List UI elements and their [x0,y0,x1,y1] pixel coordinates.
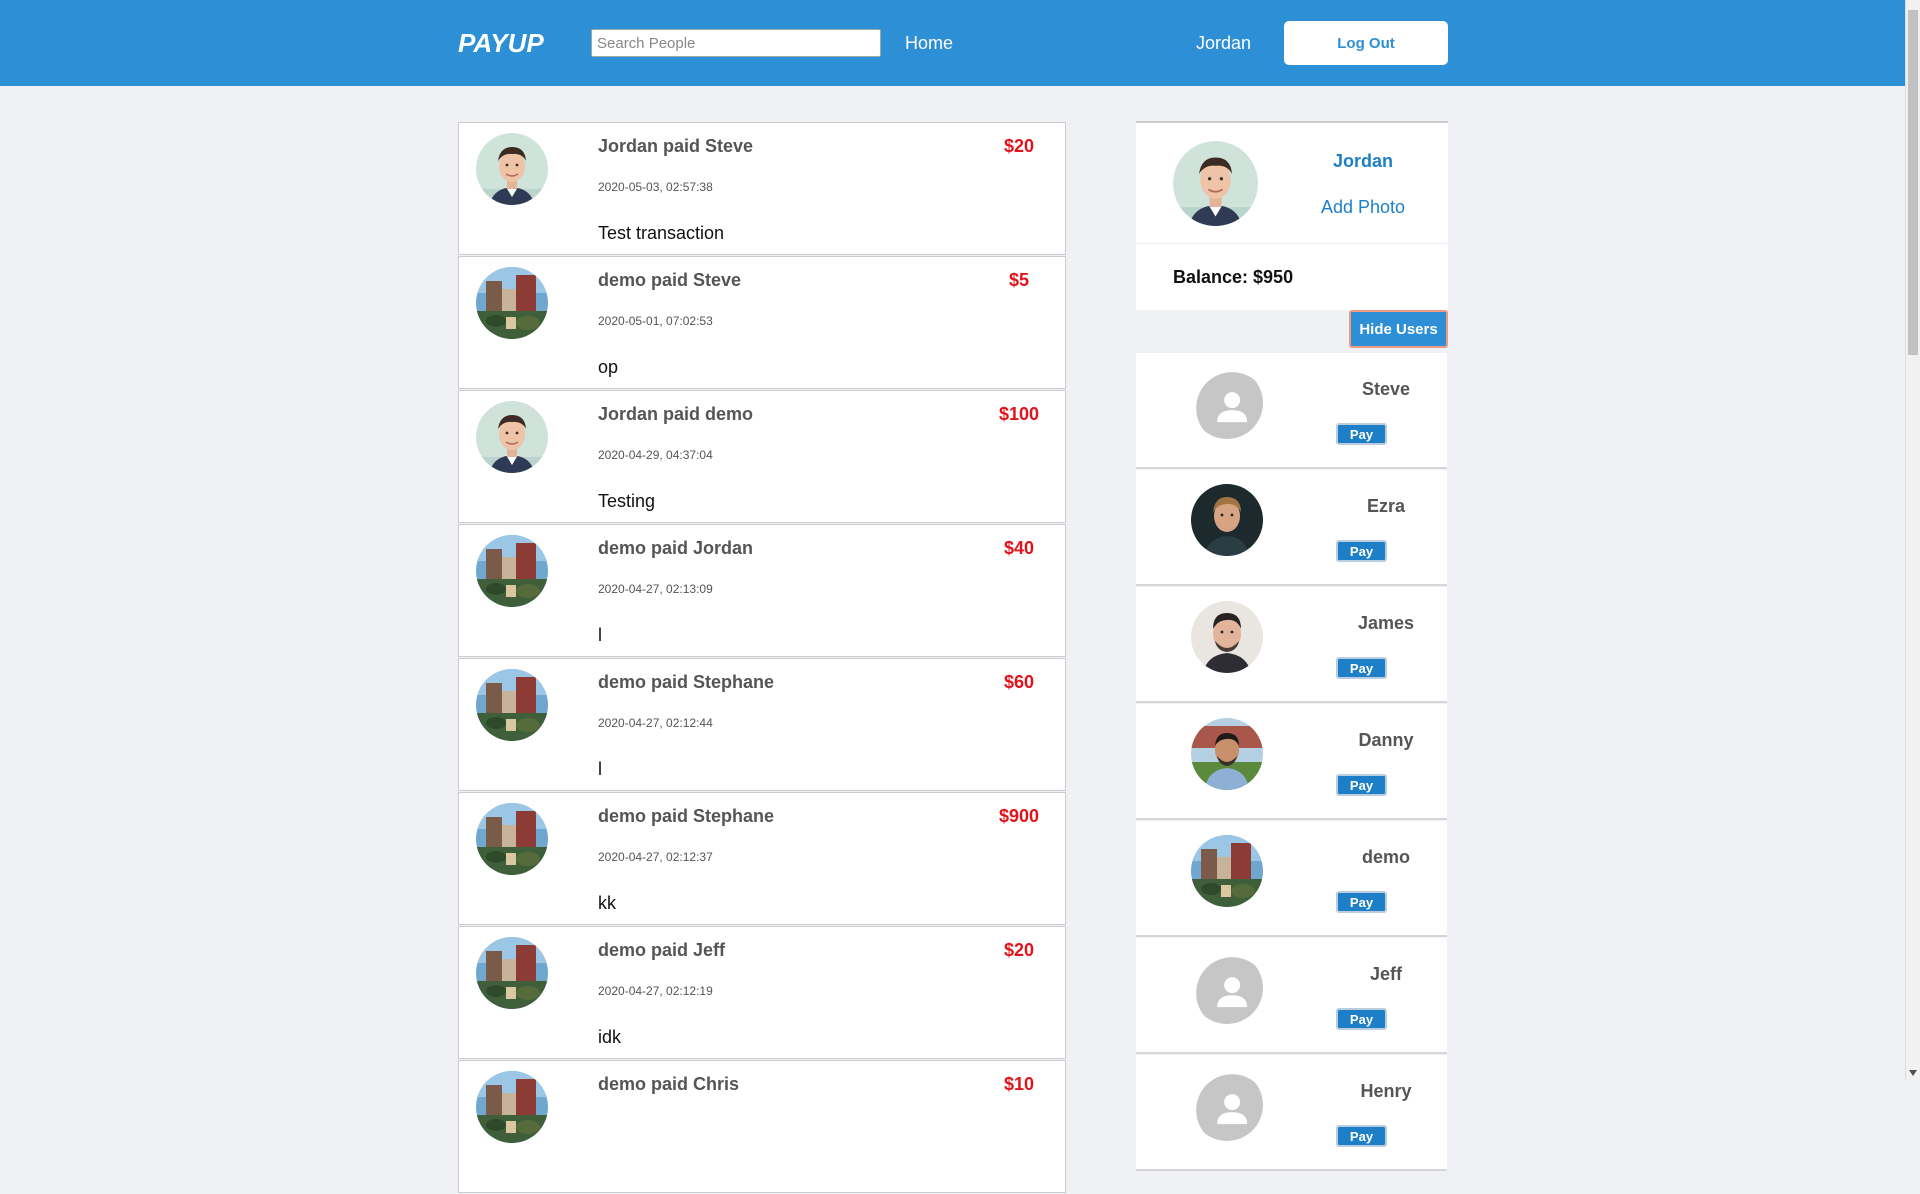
user-card: Steve Pay [1136,353,1447,469]
add-photo-link[interactable]: Add Photo [1278,196,1448,218]
user-name: Ezra [1366,496,1406,516]
pay-button[interactable]: Pay [1336,1125,1387,1147]
page-scrollbar[interactable] [1905,0,1920,1080]
demo-avatar [476,535,548,607]
default-avatar-icon [1191,952,1263,1024]
transaction-card: demo paid Jeff $20 2020-04-27, 02:12:19 … [458,926,1066,1059]
jordan-avatar [476,401,548,473]
default-avatar-icon [1191,367,1263,439]
pay-button[interactable]: Pay [1336,1008,1387,1030]
transaction-title: demo paid Steve [598,270,742,290]
scrollbar-thumb[interactable] [1908,10,1918,355]
user-card: Ezra Pay [1136,470,1447,586]
user-name: demo [1361,847,1410,867]
transaction-amount: $10 [1003,1074,1035,1094]
app-logo[interactable]: PAYUP [458,26,544,60]
transaction-memo: kk [598,893,616,913]
user-name: Henry [1360,1081,1412,1101]
profile-name: Jordan [1332,151,1393,171]
jordan-avatar [476,133,548,205]
transaction-card: Jordan paid Steve $20 2020-05-03, 02:57:… [458,122,1066,255]
transaction-amount: $900 [998,806,1040,826]
user-card: Danny Pay [1136,704,1447,820]
demo-avatar [476,1071,548,1143]
transaction-date: 2020-05-03, 02:57:38 [598,180,713,194]
transaction-amount: $20 [1003,136,1035,156]
transaction-title: demo paid Stephane [598,806,775,826]
user-card: Jeff Pay [1136,938,1447,1054]
transaction-feed: Jordan paid Steve $20 2020-05-03, 02:57:… [458,122,1066,1194]
transaction-amount: $60 [1003,672,1035,692]
nav-home-link[interactable]: Home [905,31,953,55]
transaction-date: 2020-04-27, 02:13:09 [598,582,713,596]
transaction-date: 2020-04-27, 02:12:19 [598,984,713,998]
transaction-title: Jordan paid demo [598,404,754,424]
transaction-card: Jordan paid demo $100 2020-04-29, 04:37:… [458,390,1066,523]
transaction-memo: l [598,625,602,645]
users-list: Steve Pay Ezra Pay James Pay Danny Pay d… [1136,353,1447,1172]
transaction-card: demo paid Stephane $60 2020-04-27, 02:12… [458,658,1066,791]
transaction-card: demo paid Jordan $40 2020-04-27, 02:13:0… [458,524,1066,657]
transaction-amount: $100 [998,404,1040,424]
user-card: Henry Pay [1136,1055,1447,1171]
pay-button[interactable]: Pay [1336,891,1387,913]
transaction-date: 2020-04-27, 02:12:44 [598,716,713,730]
profile-card: Jordan Add Photo [1136,121,1448,243]
transaction-title: demo paid Jordan [598,538,754,558]
demo-avatar [476,267,548,339]
user-card: James Pay [1136,587,1447,703]
transaction-memo: idk [598,1027,622,1047]
transaction-title: Jordan paid Steve [598,136,754,156]
pay-button[interactable]: Pay [1336,540,1387,562]
nav-user-link[interactable]: Jordan [1196,31,1251,55]
demo-avatar [476,803,548,875]
pay-button[interactable]: Pay [1336,774,1387,796]
user-avatar [1191,601,1263,673]
transaction-title: demo paid Jeff [598,940,726,960]
balance-text: Balance: $950 [1173,267,1294,287]
transaction-memo: l [598,759,602,779]
transaction-date: 2020-04-27, 02:12:37 [598,850,713,864]
transaction-amount: $5 [1008,270,1030,290]
demo-avatar [476,937,548,1009]
search-people-input[interactable] [591,29,881,57]
pay-button[interactable]: Pay [1336,657,1387,679]
demo-avatar [476,669,548,741]
balance-panel: Balance: $950 [1136,244,1448,310]
transaction-amount: $20 [1003,940,1035,960]
transaction-title: demo paid Stephane [598,672,775,692]
demo-avatar [1191,835,1263,907]
pay-button[interactable]: Pay [1336,423,1387,445]
user-avatar [1191,484,1263,556]
transaction-date: 2020-05-01, 07:02:53 [598,314,713,328]
transaction-date: 2020-04-29, 04:37:04 [598,448,713,462]
user-avatar [1191,718,1263,790]
transaction-memo: Test transaction [598,223,725,243]
user-name: James [1357,613,1415,633]
transaction-amount: $40 [1003,538,1035,558]
logout-button[interactable]: Log Out [1284,21,1448,65]
transaction-memo: Testing [598,491,656,511]
transaction-memo: op [598,357,619,377]
user-name: Steve [1361,379,1411,399]
user-name: Danny [1358,730,1414,750]
transaction-card: demo paid Steve $5 2020-05-01, 07:02:53 … [458,256,1066,389]
user-card: demo Pay [1136,821,1447,937]
user-name: Jeff [1369,964,1402,984]
top-nav-bar: PAYUP Home Jordan Log Out [0,0,1905,86]
transaction-title: demo paid Chris [598,1074,740,1094]
scroll-down-arrow-icon[interactable] [1909,1070,1917,1076]
transaction-card: demo paid Stephane $900 2020-04-27, 02:1… [458,792,1066,925]
profile-avatar [1173,141,1258,226]
hide-users-button[interactable]: Hide Users [1349,310,1448,348]
